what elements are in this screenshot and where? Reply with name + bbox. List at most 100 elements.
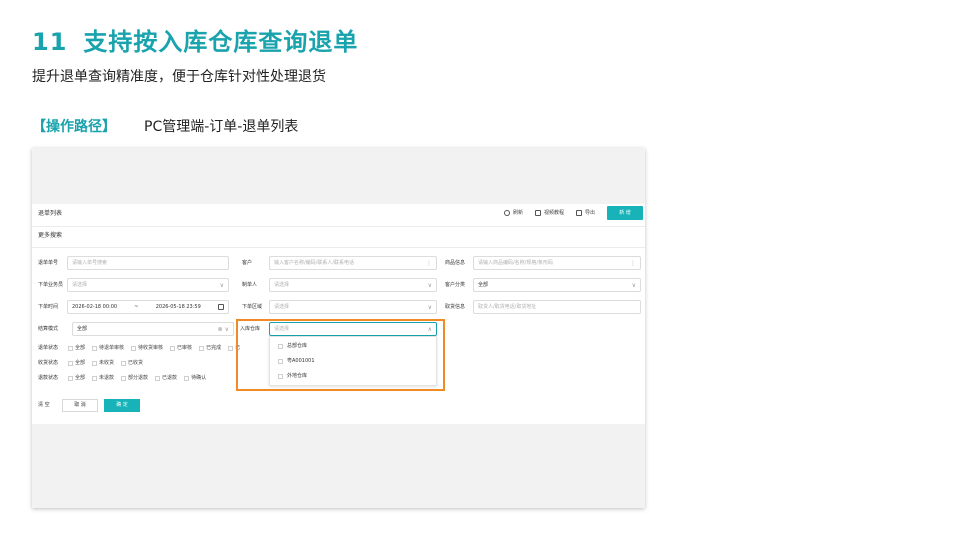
return-no-label: 退单单号 xyxy=(38,260,59,266)
ok-button[interactable]: 确 定 xyxy=(104,399,140,412)
chevron-down-icon: ∨ xyxy=(219,281,224,289)
status-option[interactable]: 待退单审核 xyxy=(92,345,124,352)
path-value: PC管理端-订单-退单列表 xyxy=(144,119,299,135)
option-label: 未退款 xyxy=(99,375,115,381)
refresh-label: 刷新 xyxy=(512,209,523,216)
chevron-down-icon: ∨ xyxy=(631,281,636,289)
region-placeholder: 请选择 xyxy=(274,303,290,310)
slide-number: 11 xyxy=(32,28,68,56)
status-option[interactable]: 未退款 xyxy=(92,375,114,382)
return-no-input[interactable]: 请输入单号搜索 xyxy=(67,256,229,270)
checkbox xyxy=(92,346,98,351)
receive-status-options: 全部 未收货 已收货 xyxy=(68,360,143,367)
creator-select[interactable]: 请选择 ∨ xyxy=(269,278,437,292)
checkbox xyxy=(199,346,205,351)
option-label: 待确认 xyxy=(191,375,207,381)
checkbox xyxy=(68,376,73,381)
chevron-down-icon: ∨ xyxy=(427,281,432,289)
operation-path: 【操作路径】 PC管理端-订单-退单列表 xyxy=(32,116,298,136)
more-icon: ⋮ xyxy=(630,259,636,267)
order-time-sep: ~ xyxy=(134,303,139,310)
region-label: 下单区域 xyxy=(242,304,263,310)
customer-cat-select[interactable]: 全部 ∨ xyxy=(473,278,641,292)
option-label: 部分退款 xyxy=(128,375,149,381)
option-label: 未收货 xyxy=(99,360,115,366)
status-option[interactable]: 已完成 xyxy=(199,345,221,352)
chevron-down-icon: ∨ xyxy=(427,303,432,311)
option-label: 已退款 xyxy=(162,375,178,381)
status-option[interactable]: 待确认 xyxy=(184,375,206,382)
product-placeholder: 请输入商品编码/名称/规格/条形码 xyxy=(478,259,554,266)
checkbox xyxy=(92,361,98,366)
salesperson-select[interactable]: 请选择 ∨ xyxy=(67,278,229,292)
option-label: 已收货 xyxy=(128,360,144,366)
creator-placeholder: 请选择 xyxy=(274,281,290,288)
slide-heading: 支持按入库仓库查询退单 xyxy=(83,28,359,56)
toolbar: 刷新 视频教程 导出 新 增 xyxy=(503,206,643,220)
new-button[interactable]: 新 增 xyxy=(607,206,643,220)
status-option[interactable]: 已收货 xyxy=(121,360,143,367)
cancel-button[interactable]: 取 消 xyxy=(62,399,98,412)
status-option[interactable]: 待收货审核 xyxy=(131,345,163,352)
pickup-input[interactable]: 取货人/取货电话/取货地址 xyxy=(473,300,641,314)
refresh-icon xyxy=(503,210,510,216)
divider xyxy=(32,247,645,248)
return-status-options: 全部 待退单审核 待收货审核 已审核 已完成 已 xyxy=(68,345,240,352)
order-time-range[interactable]: 2026-02-18 00:00 ~ 2026-05-18 23:59 xyxy=(67,300,229,314)
status-option[interactable]: 全部 xyxy=(68,360,85,367)
export-label: 导出 xyxy=(584,209,595,216)
return-status-label: 退单状态 xyxy=(38,345,59,351)
video-label: 视频教程 xyxy=(543,209,564,216)
page-title: 退单列表 xyxy=(38,210,63,217)
order-time-start: 2026-02-18 00:00 xyxy=(72,303,118,310)
settle-select[interactable]: 全部 ⊗ ∨ xyxy=(72,322,234,336)
product-label: 商品信息 xyxy=(445,260,466,266)
checkbox xyxy=(184,376,190,381)
checkbox xyxy=(68,361,73,366)
checkbox xyxy=(121,361,127,366)
settle-label: 结算模式 xyxy=(38,326,59,332)
customer-cat-label: 客户分类 xyxy=(445,282,466,288)
checkbox xyxy=(170,346,176,351)
customer-input[interactable]: 输入客户名称/编码/联系人/联系电话 ⋮ xyxy=(269,256,437,270)
filter-panel: 退单列表 刷新 视频教程 导出 新 增 更多搜索 退单单号 请输入单号搜索 客户… xyxy=(32,204,645,424)
option-label: 全部 xyxy=(75,360,86,366)
video-icon xyxy=(534,210,541,216)
receive-status-label: 收货状态 xyxy=(38,360,59,366)
export-button[interactable]: 导出 xyxy=(575,209,595,217)
creator-label: 制单人 xyxy=(242,282,258,288)
status-option[interactable]: 已审核 xyxy=(170,345,192,352)
refund-status-label: 退款状态 xyxy=(38,375,59,381)
checkbox xyxy=(131,346,137,351)
path-label: 【操作路径】 xyxy=(32,119,116,135)
refresh-button[interactable]: 刷新 xyxy=(503,209,523,217)
clear-button[interactable]: 清 空 xyxy=(38,402,50,409)
chevron-down-icon: ⊗ ∨ xyxy=(217,325,229,333)
customer-label: 客户 xyxy=(242,260,253,266)
region-select[interactable]: 请选择 ∨ xyxy=(269,300,437,314)
order-time-label: 下单时间 xyxy=(38,304,59,310)
checkbox xyxy=(92,376,98,381)
video-tutorial-button[interactable]: 视频教程 xyxy=(534,209,564,217)
option-label: 全部 xyxy=(75,375,86,381)
app-screenshot: 退单列表 刷新 视频教程 导出 新 增 更多搜索 退单单号 请输入单号搜索 客户… xyxy=(32,148,645,508)
product-input[interactable]: 请输入商品编码/名称/规格/条形码 ⋮ xyxy=(473,256,641,270)
more-icon: ⋮ xyxy=(426,259,432,267)
salesperson-placeholder: 请选择 xyxy=(72,281,88,288)
option-label: 已完成 xyxy=(206,345,222,351)
status-option[interactable]: 部分退款 xyxy=(121,375,148,382)
status-option[interactable]: 未收货 xyxy=(92,360,114,367)
pickup-label: 取货信息 xyxy=(445,304,466,310)
status-option[interactable]: 已退款 xyxy=(155,375,177,382)
customer-cat-value: 全部 xyxy=(478,281,489,288)
status-option[interactable]: 全部 xyxy=(68,375,85,382)
order-time-end: 2026-05-18 23:59 xyxy=(155,303,201,310)
refund-status-options: 全部 未退款 部分退款 已退款 待确认 xyxy=(68,375,206,382)
checkbox xyxy=(121,376,127,381)
slide-title: 11 支持按入库仓库查询退单 xyxy=(32,22,358,57)
status-option[interactable]: 全部 xyxy=(68,345,85,352)
salesperson-label: 下单业务员 xyxy=(38,282,64,288)
calendar-icon xyxy=(217,304,224,310)
option-label: 全部 xyxy=(75,345,86,351)
more-search-toggle[interactable]: 更多搜索 xyxy=(38,232,62,240)
